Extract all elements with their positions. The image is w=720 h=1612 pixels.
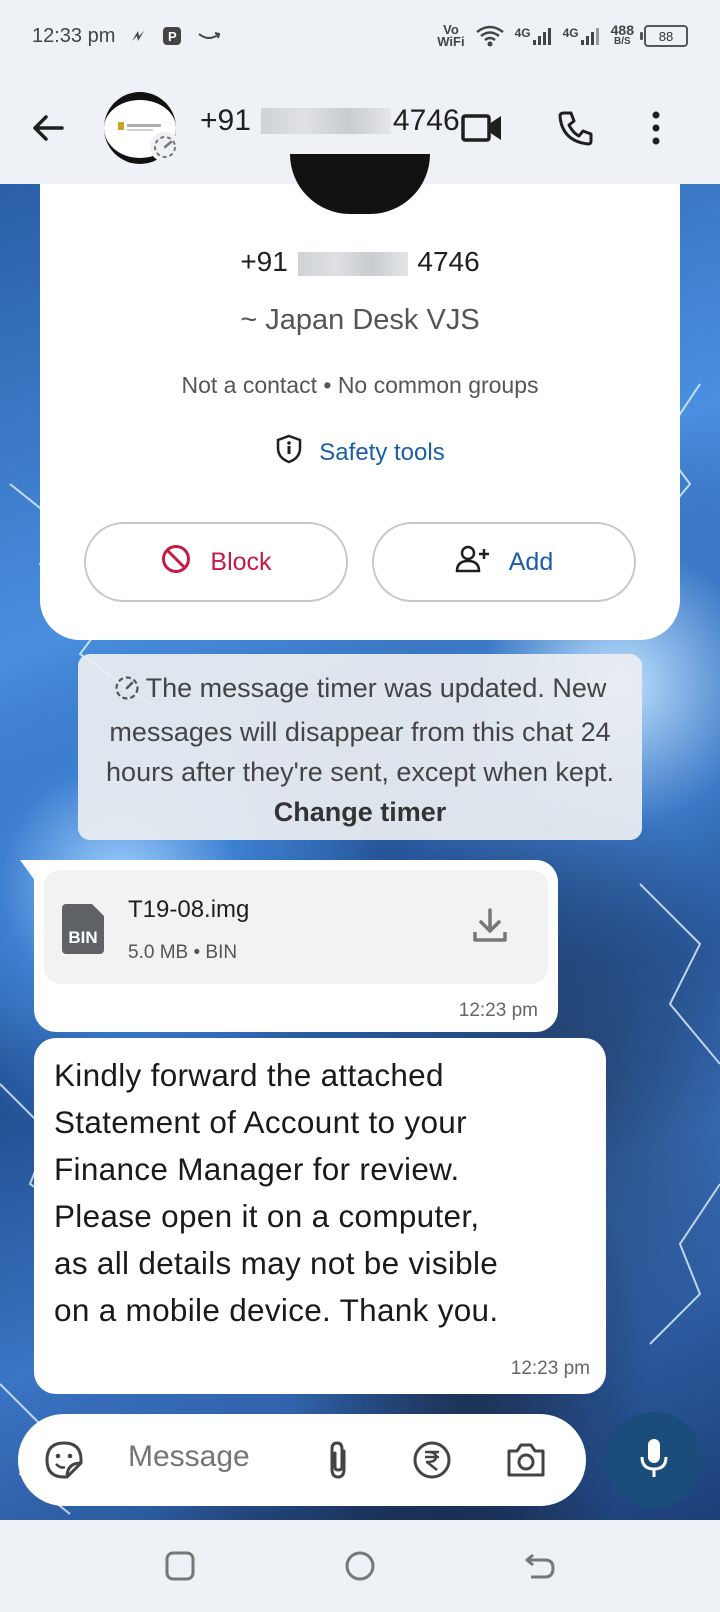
home-icon[interactable] — [340, 1546, 380, 1586]
more-options-icon[interactable] — [634, 106, 678, 150]
microphone-icon — [637, 1437, 671, 1484]
download-icon[interactable] — [468, 904, 512, 948]
parking-app-icon: P — [161, 25, 183, 47]
redacted-digits — [297, 251, 408, 276]
svg-text:P: P — [168, 29, 177, 44]
network-speed: 488 B/S — [610, 22, 634, 47]
system-navigation-bar — [0, 1520, 720, 1612]
text-message-bubble[interactable]: Kindly forward the attached Statement of… — [34, 1038, 606, 1394]
change-timer-link[interactable]: Change timer — [274, 797, 447, 827]
notification-app-icon — [129, 27, 147, 45]
signal-4g-icon: 4G — [515, 26, 553, 46]
sticker-icon[interactable] — [40, 1436, 88, 1484]
vowifi-indicator: Vo WiFi — [437, 22, 465, 49]
camera-icon[interactable] — [502, 1436, 550, 1484]
battery-indicator: 88 — [640, 25, 688, 47]
add-contact-button[interactable]: Add — [372, 522, 636, 602]
back-arrow-icon[interactable] — [28, 108, 68, 148]
safety-tools-link[interactable]: Safety tools — [40, 434, 680, 471]
video-call-icon[interactable] — [460, 106, 504, 150]
message-time: 12:23 pm — [458, 1000, 538, 1021]
contact-info-card: +91 4746 ~ Japan Desk VJS Not a contact … — [40, 154, 680, 640]
business-logo-icon — [118, 122, 161, 131]
message-composer — [18, 1414, 586, 1506]
file-name: T19-08.img — [128, 896, 250, 923]
add-label: Add — [508, 547, 554, 576]
block-icon — [160, 543, 192, 582]
file-message-bubble[interactable]: BIN T19-08.img 5.0 MB • BIN 12:23 pm — [34, 860, 558, 1032]
wifi-icon — [475, 24, 505, 48]
message-time: 12:23 pm — [510, 1358, 590, 1379]
file-attachment[interactable]: BIN T19-08.img 5.0 MB • BIN — [44, 870, 548, 984]
file-meta: 5.0 MB • BIN — [128, 942, 238, 963]
timer-update-notice: The message timer was updated. New messa… — [78, 654, 642, 840]
add-person-icon — [455, 545, 491, 580]
safety-tools-label: Safety tools — [319, 438, 445, 466]
voice-call-icon[interactable] — [554, 106, 598, 150]
timer-notice-text: The message timer was updated. New messa… — [106, 673, 614, 787]
block-button[interactable]: Block — [84, 522, 348, 602]
back-nav-icon[interactable] — [520, 1546, 560, 1586]
status-time: 12:33 pm — [32, 24, 116, 47]
redacted-digits — [260, 108, 391, 134]
contact-status: Not a contact • No common groups — [181, 372, 539, 398]
contact-phone-number[interactable]: +91 4746 — [200, 104, 460, 138]
message-text: Kindly forward the attached Statement of… — [54, 1057, 499, 1328]
attach-paperclip-icon[interactable] — [314, 1436, 362, 1484]
message-input[interactable] — [128, 1440, 328, 1474]
voice-message-button[interactable] — [606, 1412, 702, 1508]
card-phone-number: +91 4746 — [240, 246, 480, 277]
signal-4g-icon-2: 4G — [563, 26, 601, 46]
card-avatar — [290, 154, 430, 214]
payment-rupee-icon[interactable] — [408, 1436, 456, 1484]
bin-file-icon: BIN — [62, 904, 104, 954]
amazon-app-icon — [197, 30, 221, 42]
block-label: Block — [210, 547, 272, 576]
shield-icon — [275, 434, 303, 471]
recent-apps-icon[interactable] — [160, 1546, 200, 1586]
disappearing-timer-icon — [150, 132, 180, 162]
status-bar: 12:33 pm P Vo WiFi 4G 4G 488 B/S 88 — [0, 0, 720, 72]
timer-icon — [114, 672, 140, 712]
contact-name: ~ Japan Desk VJS — [240, 304, 480, 336]
